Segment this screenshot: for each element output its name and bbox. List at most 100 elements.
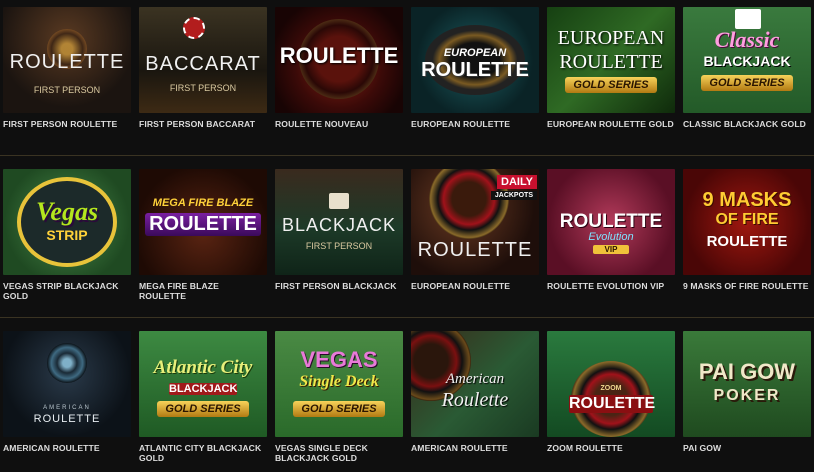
game-logo-title: ROULETTE: [559, 211, 663, 232]
game-logo-title: ROULETTE: [33, 413, 101, 425]
game-title[interactable]: ROULETTE NOUVEAU: [275, 119, 403, 129]
game-tile-european-roulette-gold[interactable]: EUROPEAN ROULETTE GOLD SERIES EUROPEAN R…: [547, 7, 675, 129]
game-tile-9-masks-of-fire-roulette[interactable]: 9 MASKS OF FIRE ROULETTE 9 MASKS OF FIRE…: [683, 169, 811, 291]
game-title[interactable]: VEGAS STRIP BLACKJACK GOLD: [3, 281, 131, 301]
game-title[interactable]: EUROPEAN ROULETTE GOLD: [547, 119, 675, 129]
game-logo-subtitle: STRIP: [46, 227, 88, 243]
game-title[interactable]: PAI GOW: [683, 443, 811, 453]
game-tile-american-roulette-classic[interactable]: American Roulette AMERICAN ROULETTE: [411, 331, 539, 453]
game-thumbnail[interactable]: AMERICAN ROULETTE: [3, 331, 131, 437]
game-tile-european-roulette-daily-jackpots[interactable]: DAILY JACKPOTS ROULETTE EUROPEAN ROULETT…: [411, 169, 539, 291]
game-logo-title: American: [445, 371, 505, 387]
game-thumbnail[interactable]: 9 MASKS OF FIRE ROULETTE: [683, 169, 811, 275]
game-logo-subtitle: FIRST PERSON: [33, 85, 101, 95]
game-thumbnail[interactable]: PAI GOW POKER: [683, 331, 811, 437]
game-tile-vegas-strip-blackjack-gold[interactable]: Vegas STRIP VEGAS STRIP BLACKJACK GOLD: [3, 169, 131, 301]
game-title[interactable]: FIRST PERSON ROULETTE: [3, 119, 131, 129]
game-tile-roulette-evolution-vip[interactable]: ROULETTE Evolution VIP ROULETTE EVOLUTIO…: [547, 169, 675, 291]
game-thumbnail[interactable]: ZOOM ROULETTE: [547, 331, 675, 437]
game-thumbnail[interactable]: VEGAS Single Deck GOLD SERIES: [275, 331, 403, 437]
game-row-2: Vegas STRIP VEGAS STRIP BLACKJACK GOLD M…: [0, 162, 814, 312]
gold-series-badge: GOLD SERIES: [293, 401, 385, 417]
game-title[interactable]: 9 MASKS OF FIRE ROULETTE: [683, 281, 811, 291]
game-logo-title: Classic: [714, 27, 780, 52]
row-divider: [0, 317, 814, 318]
game-thumbnail[interactable]: American Roulette: [411, 331, 539, 437]
game-title[interactable]: ZOOM ROULETTE: [547, 443, 675, 453]
jackpots-label: JACKPOTS: [490, 191, 537, 200]
game-tile-european-roulette[interactable]: EUROPEAN ROULETTE EUROPEAN ROULETTE: [411, 7, 539, 129]
game-logo-title: MEGA FIRE BLAZE: [152, 197, 254, 209]
game-logo-title: PAI GOW: [698, 359, 796, 384]
game-tile-mega-fire-blaze-roulette[interactable]: MEGA FIRE BLAZE ROULETTE MEGA FIRE BLAZE…: [139, 169, 267, 301]
game-title[interactable]: EUROPEAN ROULETTE: [411, 119, 539, 129]
game-logo-subtitle: AMERICAN: [43, 405, 91, 411]
game-logo-title: 9 MASKS: [702, 189, 792, 211]
game-logo-subtitle: BLACKJACK: [703, 53, 791, 69]
game-title[interactable]: VEGAS SINGLE DECK BLACKJACK GOLD: [275, 443, 403, 463]
game-thumbnail[interactable]: BACCARAT FIRST PERSON: [139, 7, 267, 113]
game-logo-title: BLACKJACK: [281, 215, 397, 235]
game-title[interactable]: FIRST PERSON BLACKJACK: [275, 281, 403, 291]
game-row-3: AMERICAN ROULETTE AMERICAN ROULETTE Atla…: [0, 324, 814, 472]
game-title[interactable]: FIRST PERSON BACCARAT: [139, 119, 267, 129]
game-thumbnail[interactable]: DAILY JACKPOTS ROULETTE: [411, 169, 539, 275]
game-thumbnail[interactable]: Atlantic City BLACKJACK GOLD SERIES: [139, 331, 267, 437]
game-tile-roulette-nouveau[interactable]: ROULETTE ROULETTE NOUVEAU: [275, 7, 403, 129]
game-logo-title: ROULETTE: [569, 395, 656, 413]
game-logo-title: Vegas: [35, 197, 99, 226]
game-logo-title: VEGAS: [300, 347, 378, 372]
game-thumbnail[interactable]: Vegas STRIP: [3, 169, 131, 275]
game-logo-subtitle: ROULETTE: [421, 59, 529, 81]
game-logo-subtitle: ROULETTE: [559, 51, 663, 73]
game-title[interactable]: ROULETTE EVOLUTION VIP: [547, 281, 675, 291]
game-logo-title: ROULETTE: [9, 51, 125, 73]
row-divider: [0, 155, 814, 156]
game-logo-subtitle: ROULETTE: [145, 213, 261, 236]
game-thumbnail[interactable]: ROULETTE: [275, 7, 403, 113]
game-thumbnail[interactable]: MEGA FIRE BLAZE ROULETTE: [139, 169, 267, 275]
game-title[interactable]: AMERICAN ROULETTE: [3, 443, 131, 453]
game-logo-title: ROULETTE: [417, 239, 533, 261]
game-tile-vegas-single-deck-blackjack-gold[interactable]: VEGAS Single Deck GOLD SERIES VEGAS SING…: [275, 331, 403, 463]
game-tile-zoom-roulette[interactable]: ZOOM ROULETTE ZOOM ROULETTE: [547, 331, 675, 453]
game-thumbnail[interactable]: EUROPEAN ROULETTE GOLD SERIES: [547, 7, 675, 113]
roulette-wheel-icon: [47, 343, 87, 383]
game-tile-first-person-roulette[interactable]: ROULETTE FIRST PERSON FIRST PERSON ROULE…: [3, 7, 131, 129]
game-tile-first-person-blackjack[interactable]: BLACKJACK FIRST PERSON FIRST PERSON BLAC…: [275, 169, 403, 291]
game-thumbnail[interactable]: BLACKJACK FIRST PERSON: [275, 169, 403, 275]
game-logo-title: Atlantic City: [153, 357, 253, 378]
game-thumbnail[interactable]: EUROPEAN ROULETTE: [411, 7, 539, 113]
game-logo-subtitle: ZOOM: [600, 385, 622, 392]
game-logo-subtitle: FIRST PERSON: [169, 83, 237, 93]
game-thumbnail[interactable]: ROULETTE Evolution VIP: [547, 169, 675, 275]
game-logo-title: ROULETTE: [279, 43, 399, 68]
game-title[interactable]: CLASSIC BLACKJACK GOLD: [683, 119, 811, 129]
game-tile-american-roulette[interactable]: AMERICAN ROULETTE AMERICAN ROULETTE: [3, 331, 131, 453]
game-logo-subtitle: FIRST PERSON: [305, 241, 373, 251]
vip-badge: VIP: [593, 245, 629, 254]
game-thumbnail[interactable]: ROULETTE FIRST PERSON: [3, 7, 131, 113]
game-logo-subtitle: Evolution: [588, 231, 634, 243]
gold-series-badge: GOLD SERIES: [565, 77, 657, 93]
game-title[interactable]: ATLANTIC CITY BLACKJACK GOLD: [139, 443, 267, 463]
game-title[interactable]: EUROPEAN ROULETTE: [411, 281, 539, 291]
gold-series-badge: GOLD SERIES: [701, 75, 793, 91]
game-thumbnail[interactable]: Classic BLACKJACK GOLD SERIES: [683, 7, 811, 113]
game-tile-classic-blackjack-gold[interactable]: Classic BLACKJACK GOLD SERIES CLASSIC BL…: [683, 7, 811, 129]
playing-card-icon: [735, 9, 761, 29]
game-logo-subtitle: Roulette: [441, 389, 509, 411]
game-tile-atlantic-city-blackjack-gold[interactable]: Atlantic City BLACKJACK GOLD SERIES ATLA…: [139, 331, 267, 463]
game-title[interactable]: AMERICAN ROULETTE: [411, 443, 539, 453]
casino-chip-icon: [183, 17, 205, 39]
game-tile-first-person-baccarat[interactable]: BACCARAT FIRST PERSON FIRST PERSON BACCA…: [139, 7, 267, 129]
game-logo-subtitle: OF FIRE: [715, 211, 779, 228]
game-logo-subtitle: Single Deck: [299, 373, 379, 390]
game-title[interactable]: MEGA FIRE BLAZE ROULETTE: [139, 281, 267, 301]
gold-series-badge: GOLD SERIES: [157, 401, 249, 417]
game-logo-title: EUROPEAN: [557, 27, 665, 49]
playing-card-icon: [329, 193, 349, 209]
game-tile-pai-gow[interactable]: PAI GOW POKER PAI GOW: [683, 331, 811, 453]
game-logo-title: EUROPEAN: [443, 47, 507, 59]
game-logo-title: BACCARAT: [145, 53, 261, 75]
